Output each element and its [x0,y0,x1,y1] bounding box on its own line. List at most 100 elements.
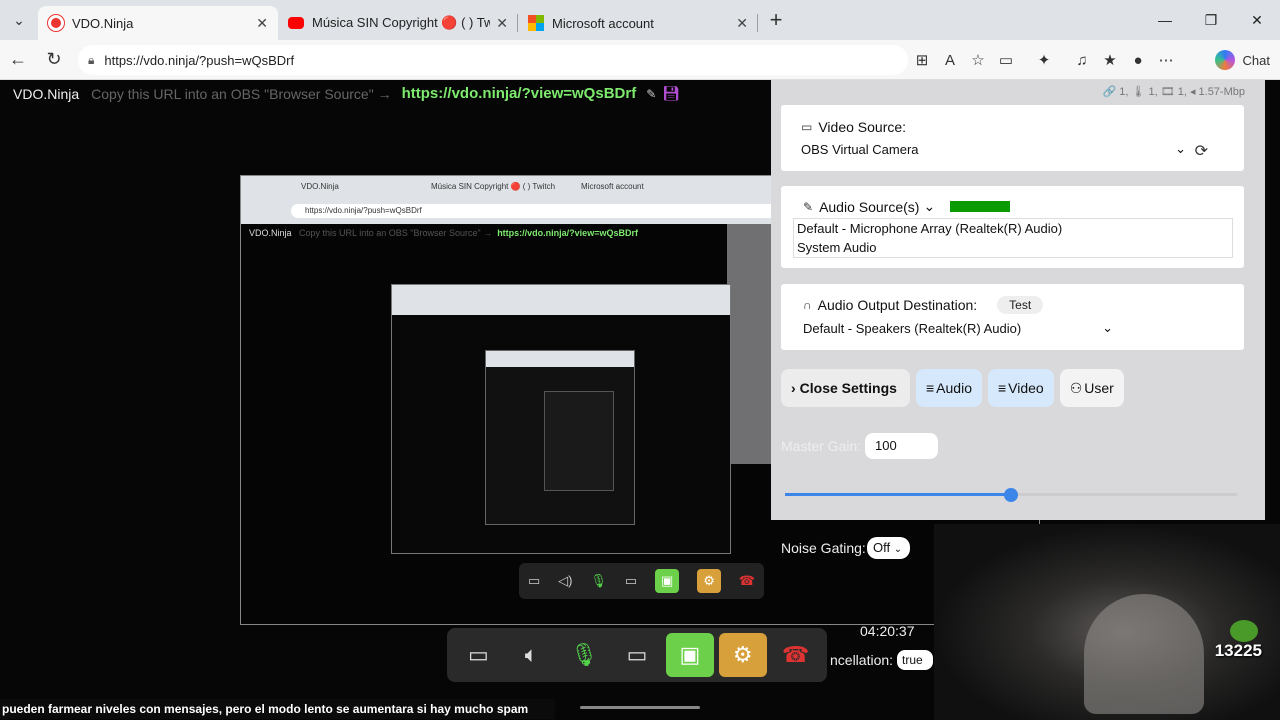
nested-speaker-icon: ◁) [558,573,573,588]
nested-hangup-icon: ☎ [738,573,755,588]
chevron-right-icon: › [791,380,796,396]
chat-ticker: pueden farmear niveles con mensajes, per… [0,699,555,719]
sliders-icon: ≡ [926,380,935,396]
nested-screen-icon: ▣ [655,569,680,593]
restore-icon[interactable]: ❐ [1188,0,1234,40]
audio-tab-button[interactable]: ≡ Audio [916,369,982,407]
copilot-chat-button[interactable]: Chat [1214,45,1270,75]
reload-icon[interactable]: ↻ [36,49,72,70]
noise-gating-select[interactable]: Off ⌄ [867,537,910,559]
audio-output-card: ∩ Audio Output Destination: Test Default… [781,284,1244,350]
apps-icon[interactable]: ⊞ [908,51,936,69]
emote-icon [1230,620,1258,642]
nested-url: https://vdo.ninja/?push=wQsBDrf [291,204,791,218]
extensions-icon[interactable]: ✦ [1030,51,1058,69]
screen-share-icon[interactable]: ▣ [665,633,714,677]
audio-level-meter [950,201,1011,212]
tab-microsoft-account[interactable]: Microsoft account ✕ [518,6,758,40]
camera-icon: ▭ [801,120,813,134]
minimize-icon[interactable]: — [1142,0,1188,40]
view-link[interactable]: https://vdo.ninja/?view=wQsBDrf [402,85,637,102]
profile-avatar-icon[interactable]: ● [1124,52,1152,69]
test-button[interactable]: Test [997,296,1044,314]
page-content: VDO.Ninja Copy this URL into an OBS "Bro… [0,80,1280,720]
sliders-icon: ≡ [997,380,1007,396]
browser-tab-bar: ⌄ VDO.Ninja ✕ Música SIN Copyright 🔴 ( )… [0,0,1280,40]
user-tab-button[interactable]: ⚇ User [1059,369,1124,407]
audio-source-option[interactable]: Default - Microphone Array (Realtek(R) A… [797,219,1232,238]
brand-label: VDO.Ninja [13,85,80,102]
nested-preview-level-4 [544,391,614,491]
close-tab-icon[interactable]: ✕ [496,15,508,32]
close-settings-button[interactable]: › Close Settings [781,369,910,407]
user-tab-label: User [1084,380,1114,396]
chevron-down-icon: ⌄ [1102,320,1113,335]
close-window-icon[interactable]: ✕ [1234,0,1280,40]
audio-source-option[interactable]: System Audio [797,238,1232,257]
more-menu-icon[interactable]: ⋯ [1152,51,1180,69]
headphones-icon: ∩ [803,298,812,312]
viewer-counter: 13225 [1214,641,1262,660]
connection-stats: 🔗 1, 🌡 1, 🎞 1, ◂ 1.57-Mbp [1102,86,1245,98]
tab-title: Microsoft account [552,15,654,31]
microsoft-favicon-icon [528,15,544,31]
refresh-icon[interactable]: ⟳ [1195,141,1208,161]
call-control-toolbar: ▭ 🔈︎ 🎙︎ ▭ ▣ ⚙ ☎ [447,628,827,682]
nested-tab-title: Música SIN Copyright 🔴 ( ) Twitch [431,182,556,191]
audio-source-header[interactable]: ✎ Audio Source(s) ⌄ [803,198,1232,215]
tab-list-chevron-icon[interactable]: ⌄ [0,0,38,40]
nested-chrome-2 [392,285,730,315]
tab-separator [757,14,758,32]
webcam-overlay: 13225 [934,524,1280,720]
camera-icon[interactable]: ▭ [992,51,1020,69]
audio-output-select[interactable]: Default - Speakers (Realtek(R) Audio) ⌄ [803,320,1113,336]
video-tab-button[interactable]: ≡ Video [987,369,1054,407]
vdo-ninja-favicon-icon [48,15,64,31]
site-info-icon[interactable]: 🔒︎ [88,53,94,68]
microphone-toggle-icon[interactable]: 🎙︎ [560,633,608,677]
slider-fill [785,493,1011,496]
nested-chrome-3 [486,351,634,367]
nested-hint: Copy this URL into an OBS "Browser Sourc… [299,228,493,238]
video-source-select[interactable]: OBS Virtual Camera ⌄ [801,141,1186,157]
audio-tab-label: Audio [936,380,972,396]
close-settings-label: Close Settings [799,380,897,396]
audio-output-value: Default - Speakers (Realtek(R) Audio) [803,320,1022,336]
back-icon[interactable]: ← [0,49,36,70]
settings-button-row: › Close Settings ≡ Audio ≡ Video ⚇ User [781,369,1130,407]
slider-thumb[interactable] [1004,488,1018,502]
audio-source-card: ✎ Audio Source(s) ⌄ Default - Microphone… [781,186,1244,268]
chevron-down-icon: ⌄ [923,198,936,214]
nested-mic-icon: 🎙︎ [590,573,607,588]
nested-preview-level-3 [485,350,635,525]
youtube-favicon-icon [288,17,304,29]
media-icon[interactable]: ♫ [1068,52,1096,69]
save-icon[interactable]: 💾︎ [662,85,680,102]
close-tab-icon[interactable]: ✕ [736,15,748,32]
new-tab-button[interactable]: + [758,7,794,33]
favorite-star-icon[interactable]: ☆ [964,51,992,69]
hang-up-icon[interactable]: ☎ [772,633,820,677]
streamer-figure [1084,594,1204,714]
video-camera-icon[interactable]: ▭ [613,633,661,677]
read-aloud-icon[interactable]: A [936,52,964,69]
stream-time: 04:20:37 [860,623,915,639]
chat-icon[interactable]: ▭ [455,633,503,677]
horizontal-scrollbar[interactable] [580,706,700,709]
chat-label: Chat [1242,52,1270,68]
url-field[interactable]: 🔒︎ https://vdo.ninja/?push=wQsBDrf [78,45,908,75]
tab-musica[interactable]: Música SIN Copyright 🔴 ( ) Twitch ✕ [278,6,518,40]
tab-vdo-ninja[interactable]: VDO.Ninja ✕ [38,6,278,40]
tab-title: Música SIN Copyright 🔴 ( ) Twitch [312,15,491,30]
nested-gear-icon: ⚙ [697,569,721,593]
speaker-icon[interactable]: 🔈︎ [507,633,555,677]
master-gain-label: Master Gain: [781,438,862,454]
master-gain-input[interactable]: 100 [865,433,938,459]
settings-gear-icon[interactable]: ⚙ [718,633,767,677]
close-tab-icon[interactable]: ✕ [256,15,268,32]
audio-source-list[interactable]: Default - Microphone Array (Realtek(R) A… [793,218,1233,258]
edit-icon[interactable]: ✎ [646,87,656,101]
nested-toolbar: ▭ ◁) 🎙︎ ▭ ▣ ⚙ ☎ [519,563,764,599]
favorites-icon[interactable]: ★ [1096,51,1124,69]
cancellation-value[interactable]: true [897,650,933,670]
